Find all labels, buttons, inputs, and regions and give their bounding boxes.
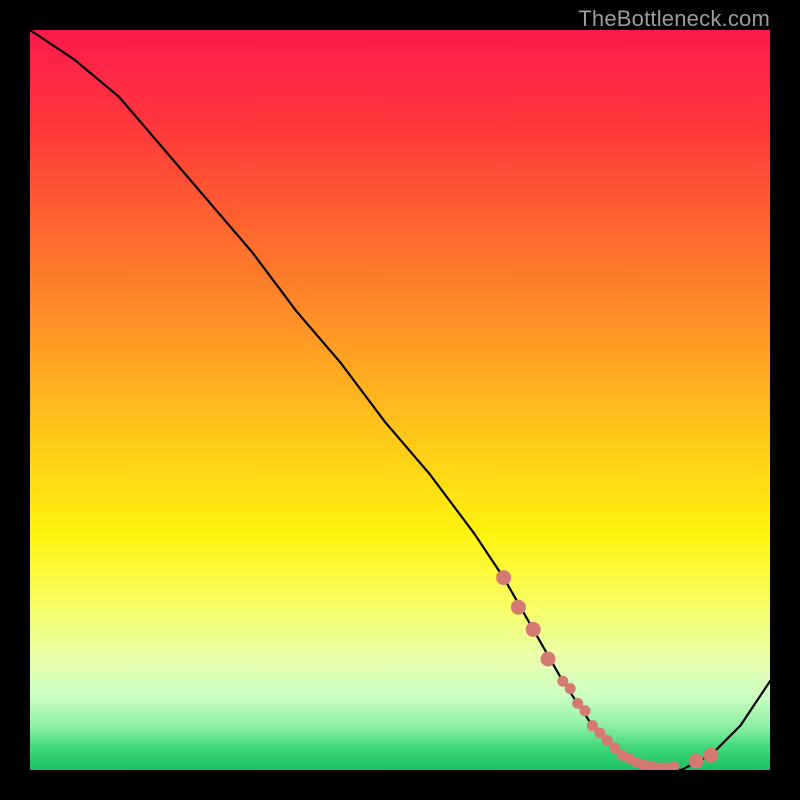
dot — [565, 684, 575, 694]
bottleneck-curve — [30, 30, 770, 770]
dot — [541, 652, 555, 666]
dot — [573, 698, 583, 708]
dot — [587, 721, 597, 731]
plot-area — [30, 30, 770, 770]
dot — [558, 676, 568, 686]
curve-svg — [30, 30, 770, 770]
dot — [610, 743, 620, 753]
dot — [669, 762, 679, 770]
dot — [511, 600, 525, 614]
dot — [497, 571, 511, 585]
dot — [689, 754, 703, 768]
dot — [595, 728, 605, 738]
dot — [580, 706, 590, 716]
dot — [526, 622, 540, 636]
attribution-text: TheBottleneck.com — [578, 6, 770, 32]
dot — [602, 735, 612, 745]
chart-frame: TheBottleneck.com — [0, 0, 800, 800]
highlight-dots — [497, 571, 718, 770]
dot — [704, 748, 718, 762]
